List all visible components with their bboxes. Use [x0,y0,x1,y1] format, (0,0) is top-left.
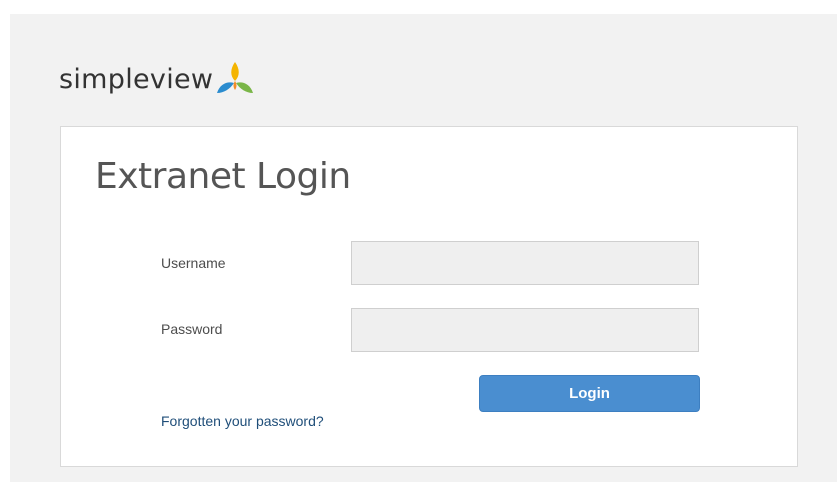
page-title: Extranet Login [95,156,351,197]
logo-left-leaf [217,82,235,93]
password-input[interactable] [351,308,699,352]
login-page: simpleview Extranet Login Username Passw… [0,0,837,482]
username-input[interactable] [351,241,699,285]
simpleview-logo: simpleview [59,58,255,100]
logo-right-leaf [236,82,254,93]
logo-top-leaf [231,62,240,81]
login-card: Extranet Login Username Password Login F… [60,126,798,467]
simpleview-leaf-mark-icon [215,59,255,95]
username-label: Username [161,255,226,271]
logo-center-leaf [233,81,237,90]
login-button[interactable]: Login [479,375,700,412]
password-label: Password [161,321,223,337]
logo-wordmark: simpleview [59,63,214,95]
forgot-password-link[interactable]: Forgotten your password? [161,414,324,428]
